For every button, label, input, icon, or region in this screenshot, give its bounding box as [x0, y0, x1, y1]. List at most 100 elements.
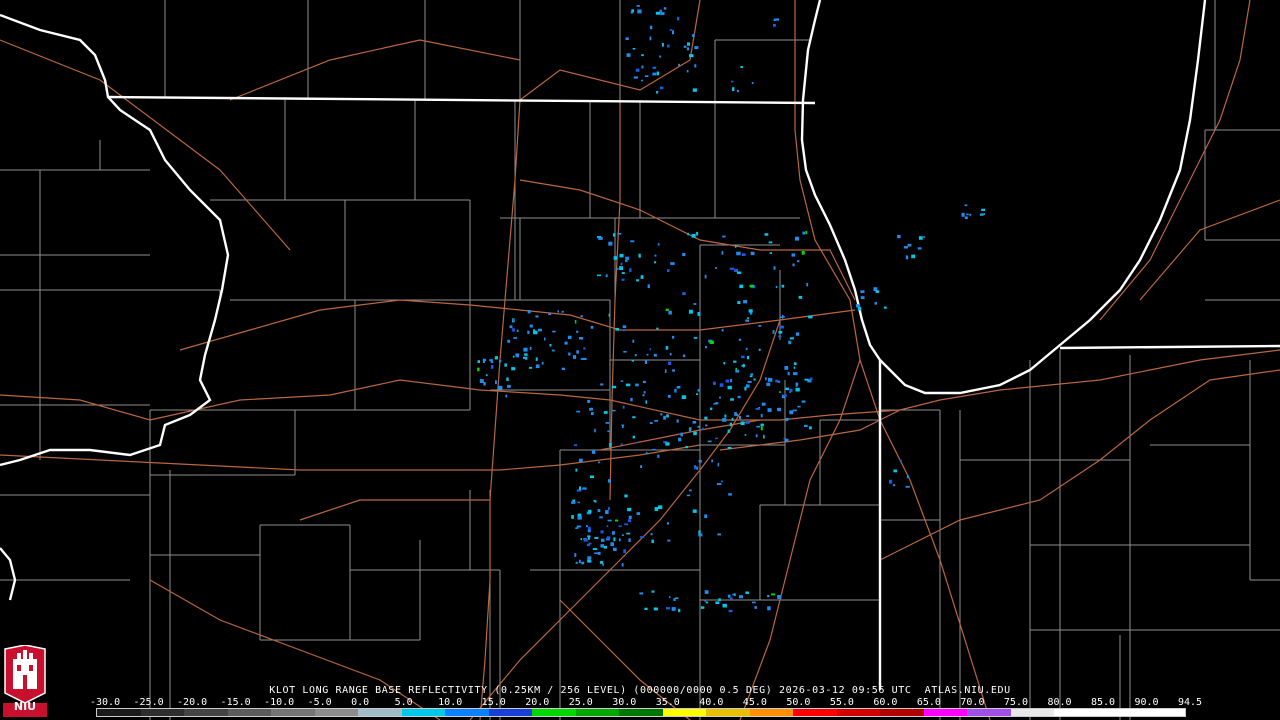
echo-pixel: [744, 434, 747, 436]
echo-pixel: [704, 590, 709, 594]
scale-label: 15.0: [481, 697, 506, 708]
echo-pixel: [801, 400, 806, 403]
echo-pixel: [624, 494, 628, 498]
echo-pixel: [918, 236, 923, 240]
echo-pixel: [875, 290, 880, 293]
echo-pixel: [691, 34, 695, 37]
echo-pixel: [751, 601, 756, 604]
echo-pixel: [917, 247, 922, 250]
echo-pixel: [567, 335, 572, 340]
echo-pixel: [619, 253, 624, 258]
echo-pixel: [785, 417, 789, 422]
echo-pixel: [797, 405, 801, 408]
echo-pixel: [804, 378, 809, 381]
echo-pixel: [622, 325, 627, 329]
echo-pixel: [579, 486, 581, 490]
echo-pixel: [561, 367, 565, 370]
scale-label: 60.0: [873, 697, 898, 708]
echo-pixel: [663, 7, 667, 10]
echo-pixel: [980, 213, 986, 215]
echo-pixel: [717, 533, 721, 536]
echo-pixel: [729, 597, 733, 600]
echo-pixel: [698, 533, 703, 537]
echo-pixel: [642, 394, 645, 397]
echo-pixel: [512, 355, 515, 358]
echo-pixel: [611, 385, 617, 389]
echo-pixel: [620, 380, 624, 382]
echo-pixel: [644, 607, 648, 610]
echo-pixel: [528, 366, 533, 369]
echo-pixel: [736, 271, 742, 274]
echo-pixel: [748, 309, 753, 313]
echo-pixel: [618, 525, 622, 527]
echo-pixel: [773, 266, 776, 270]
echo-pixel: [627, 519, 631, 522]
scale-swatch: [1141, 709, 1185, 716]
echo-pixel: [639, 592, 644, 595]
echo-pixel: [645, 452, 648, 455]
echo-pixel: [698, 459, 702, 463]
scale-label: -15.0: [220, 697, 251, 708]
echo-pixel: [768, 241, 773, 244]
scale-swatch: [793, 709, 837, 716]
echo-pixel: [692, 421, 697, 424]
echo-pixel: [576, 410, 581, 413]
echo-pixel: [613, 233, 615, 237]
scale-swatch: [227, 709, 272, 716]
echo-pixel: [653, 353, 657, 357]
echo-pixel: [606, 525, 609, 528]
echo-pixel: [615, 519, 619, 522]
highway-line: [469, 319, 781, 720]
echo-pixel: [621, 278, 625, 281]
echo-pixel: [656, 71, 660, 76]
echo-pixel: [715, 267, 717, 269]
echo-pixel: [689, 489, 692, 492]
echo-pixel: [606, 536, 611, 540]
echo-pixel: [691, 233, 696, 238]
echo-pixel: [640, 275, 644, 279]
echo-pixel: [607, 430, 610, 433]
echo-pixel: [644, 75, 649, 77]
echo-pixel: [574, 320, 577, 324]
echo-pixel: [551, 349, 555, 352]
echo-pixel: [785, 438, 789, 443]
echo-pixel: [687, 42, 690, 46]
scale-swatch: [967, 709, 1011, 716]
echo-pixel: [667, 539, 671, 542]
echo-pixel: [535, 315, 539, 318]
echo-pixel: [515, 353, 519, 358]
echo-pixel: [666, 607, 671, 610]
echo-pixel: [687, 232, 689, 236]
echo-pixel: [632, 48, 636, 50]
echo-pixel: [722, 418, 727, 422]
echo-pixel: [797, 260, 800, 263]
echo-pixel: [636, 512, 641, 515]
echo-pixel: [750, 312, 753, 315]
echo-pixel: [657, 505, 663, 510]
echo-pixel: [802, 231, 806, 235]
scale-swatch: [271, 709, 315, 716]
echo-pixel: [538, 328, 542, 332]
echo-pixel: [905, 485, 910, 488]
echo-pixel: [669, 29, 673, 31]
echo-pixel: [587, 526, 591, 530]
echo-pixel: [964, 216, 968, 220]
echo-pixel: [647, 284, 650, 289]
echo-pixel: [642, 380, 646, 384]
echo-pixel: [710, 407, 713, 411]
echo-pixel: [588, 509, 592, 514]
scale-swatch: [445, 709, 489, 716]
echo-pixel: [892, 484, 896, 487]
echo-pixel: [750, 251, 755, 256]
echo-pixel: [694, 466, 697, 470]
echo-pixel: [682, 354, 686, 358]
echo-pixel: [783, 316, 785, 318]
echo-pixel: [735, 369, 740, 373]
echo-pixel: [635, 441, 638, 444]
echo-pixel: [730, 398, 734, 401]
echo-pixel: [744, 386, 747, 391]
echo-pixel: [524, 353, 528, 356]
echo-pixel: [544, 337, 546, 341]
echo-pixel: [860, 296, 865, 300]
echo-pixel: [789, 389, 793, 392]
